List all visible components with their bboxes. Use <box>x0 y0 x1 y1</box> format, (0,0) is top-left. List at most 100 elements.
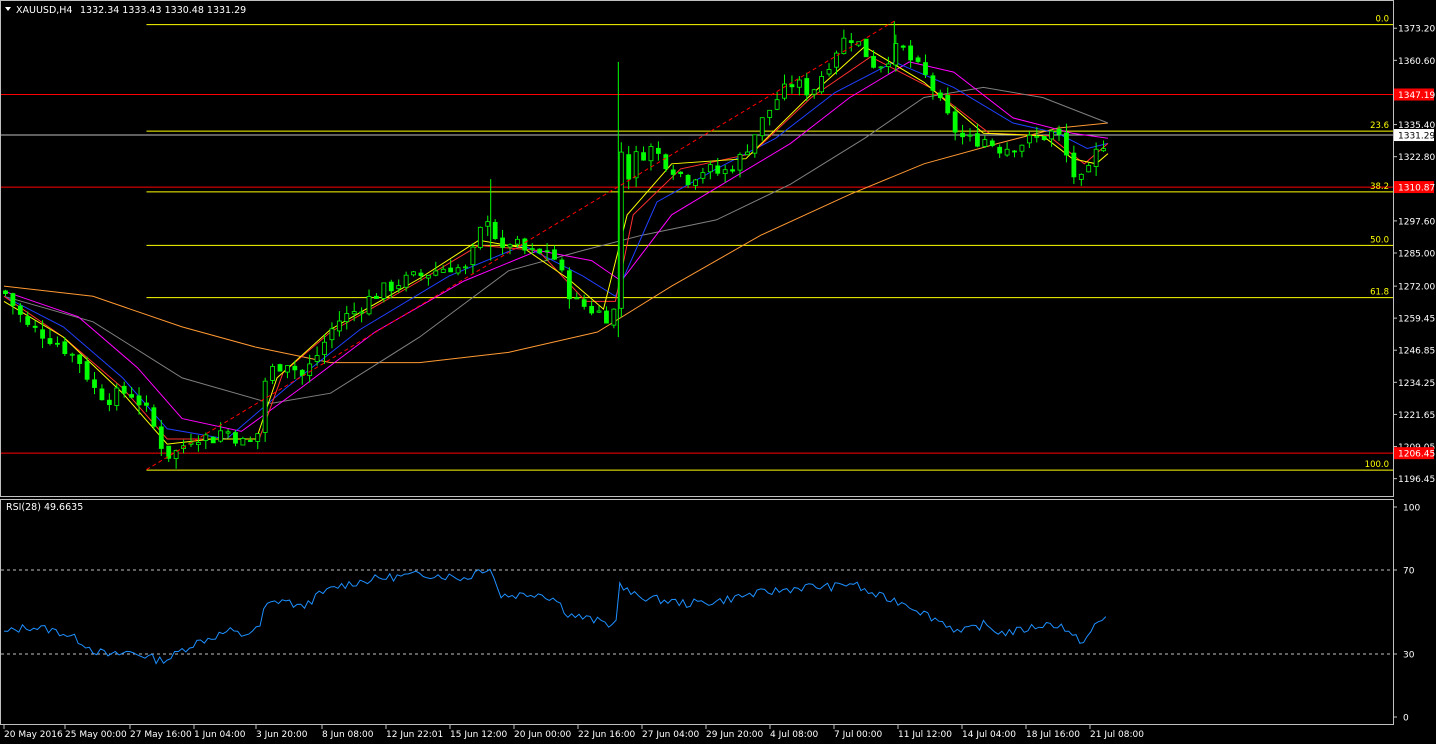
candle[interactable] <box>819 71 825 95</box>
candle[interactable] <box>403 271 409 292</box>
candle[interactable] <box>589 300 595 316</box>
candle[interactable] <box>1086 162 1092 173</box>
candle[interactable] <box>500 229 505 255</box>
candle[interactable] <box>863 38 869 58</box>
candle[interactable] <box>937 89 943 101</box>
candle[interactable] <box>900 44 906 51</box>
candle[interactable] <box>40 320 45 349</box>
candle[interactable] <box>114 383 120 411</box>
candle[interactable] <box>848 33 854 52</box>
candle[interactable] <box>811 88 817 99</box>
candle[interactable] <box>99 384 105 401</box>
candle[interactable] <box>923 54 928 78</box>
candle[interactable] <box>1019 144 1025 158</box>
candle[interactable] <box>1041 135 1047 141</box>
candle[interactable] <box>967 128 973 142</box>
candle[interactable] <box>960 124 965 145</box>
candle[interactable] <box>17 303 23 323</box>
candle[interactable] <box>945 87 951 116</box>
candle[interactable] <box>411 270 416 277</box>
candle[interactable] <box>151 404 157 430</box>
candle[interactable] <box>203 432 209 450</box>
candle[interactable] <box>374 293 379 299</box>
candle[interactable] <box>485 215 491 237</box>
candle[interactable] <box>737 152 743 178</box>
candle[interactable] <box>470 243 476 275</box>
candle[interactable] <box>336 311 342 337</box>
candle[interactable] <box>1093 142 1099 176</box>
candle[interactable] <box>611 308 617 329</box>
candle[interactable] <box>144 395 149 412</box>
candle[interactable] <box>908 40 914 68</box>
candle[interactable] <box>492 219 498 241</box>
candle[interactable] <box>856 41 862 47</box>
candle[interactable] <box>759 117 765 141</box>
candle[interactable] <box>32 320 38 333</box>
candle[interactable] <box>566 267 572 309</box>
candle[interactable] <box>678 171 684 178</box>
candle[interactable] <box>618 142 624 318</box>
candle[interactable] <box>1064 123 1069 163</box>
candle[interactable] <box>477 226 483 250</box>
candle[interactable] <box>210 436 216 444</box>
candle[interactable] <box>1012 150 1017 158</box>
candle[interactable] <box>3 289 8 297</box>
candle[interactable] <box>255 433 261 450</box>
candle[interactable] <box>581 294 587 310</box>
candle[interactable] <box>707 160 713 180</box>
candle[interactable] <box>270 363 275 385</box>
candle[interactable] <box>700 167 706 184</box>
candle[interactable] <box>552 245 557 261</box>
candle[interactable] <box>693 178 698 190</box>
candle[interactable] <box>804 72 810 101</box>
candle[interactable] <box>129 386 135 399</box>
candle[interactable] <box>455 264 461 276</box>
trading-chart[interactable]: 0.0 23.6 38.2 50.0 61.8 100.0 1373.20 1360.60 1… <box>0 0 1436 744</box>
main-price-panel[interactable]: 0.0 23.6 38.2 50.0 61.8 100.0 1373.20 1360.60 1… <box>0 0 1436 497</box>
candle[interactable] <box>77 354 83 374</box>
candle[interactable] <box>55 336 60 348</box>
candle[interactable] <box>789 75 795 94</box>
candle[interactable] <box>722 164 728 183</box>
candle[interactable] <box>277 363 283 372</box>
candle[interactable] <box>92 372 97 395</box>
candle[interactable] <box>366 289 372 316</box>
candle[interactable] <box>425 274 431 286</box>
candle[interactable] <box>195 435 201 452</box>
candle[interactable] <box>745 144 750 156</box>
candle[interactable] <box>989 138 995 148</box>
candle[interactable] <box>633 145 639 188</box>
candle[interactable] <box>997 144 1003 159</box>
candle[interactable] <box>329 322 335 349</box>
candle[interactable] <box>604 306 609 324</box>
candle[interactable] <box>351 302 357 322</box>
candle[interactable] <box>262 377 268 442</box>
candle[interactable] <box>730 165 735 174</box>
candle[interactable] <box>69 352 75 363</box>
rsi-panel[interactable]: RSI(28) 49.6635 100 70 30 0 <box>0 499 1421 725</box>
candle[interactable] <box>641 146 646 161</box>
candle[interactable] <box>1026 131 1032 148</box>
candle[interactable] <box>344 305 350 330</box>
candle[interactable] <box>982 135 988 148</box>
candle[interactable] <box>188 433 194 447</box>
candle[interactable] <box>166 445 172 462</box>
candle[interactable] <box>1004 142 1010 157</box>
candle[interactable] <box>655 141 661 161</box>
candle[interactable] <box>885 56 891 74</box>
candle[interactable] <box>1071 145 1077 185</box>
candle[interactable] <box>158 419 164 456</box>
candle[interactable] <box>121 381 127 398</box>
triangle-down-icon[interactable] <box>5 7 11 11</box>
candle[interactable] <box>915 55 921 64</box>
candle[interactable] <box>767 109 773 126</box>
candle[interactable] <box>285 365 290 379</box>
candle[interactable] <box>10 292 16 315</box>
candle[interactable] <box>1078 173 1084 186</box>
candle[interactable] <box>233 430 238 447</box>
candle[interactable] <box>173 449 179 469</box>
candle[interactable] <box>559 257 565 273</box>
candle[interactable] <box>47 328 53 346</box>
candle[interactable] <box>522 237 528 255</box>
candle[interactable] <box>826 63 832 77</box>
